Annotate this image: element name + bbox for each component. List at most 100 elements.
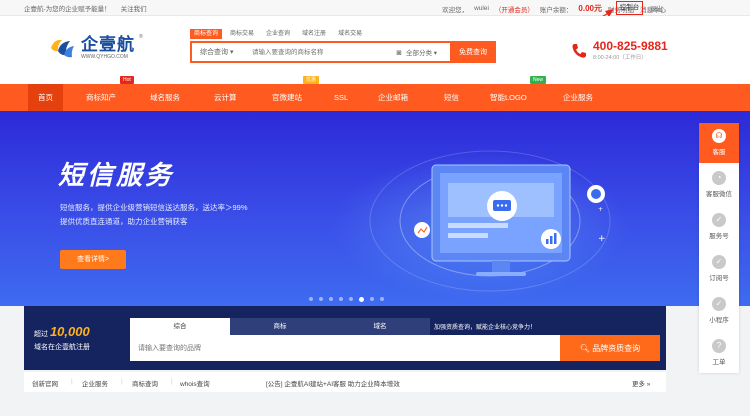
carousel-dot[interactable] xyxy=(349,297,353,301)
float-label: 客服微信 xyxy=(706,191,732,198)
quick-links: 创新官网 | 企业服务 | 商标查询 | whois查询 [公告] 企壹航AI建… xyxy=(24,372,666,392)
float-mini-program[interactable]: ✓ 小程序 xyxy=(699,291,739,331)
banner-description-2: 提供优质直连通道，助力企业营销获客 xyxy=(60,217,188,226)
float-service-account[interactable]: ✓ 服务号 xyxy=(699,207,739,247)
float-service-wechat[interactable]: ◔ 客服微信 xyxy=(699,165,739,205)
banner-description-1: 短信服务，提供企业级营销短信送达服务，送达率＞99% xyxy=(60,203,248,212)
search-input[interactable] xyxy=(248,43,392,61)
logo-registered-mark: ® xyxy=(139,34,143,40)
welcome-text: 欢迎您， xyxy=(442,6,469,14)
free-search-button[interactable]: 免费查询 xyxy=(450,41,496,63)
balance-label: 账户余额： xyxy=(539,6,573,14)
float-customer-service[interactable]: ☊ 客服 xyxy=(699,123,739,163)
discount-badge: 优惠 xyxy=(303,76,320,84)
header: 企壹航 WWW.QYHGO.COM ® 商标查询 商标交易 企业查询 域名注册 … xyxy=(0,16,750,84)
carousel-dot[interactable] xyxy=(359,296,364,302)
link-divider: | xyxy=(171,378,173,385)
svg-text:+: + xyxy=(598,206,603,213)
open-vip-link[interactable]: （开通会员） xyxy=(495,4,534,14)
main-nav: 首页 商标知产 Hot 域名服务 云计算 官微建站 优惠 SSL 企业邮箱 短信… xyxy=(0,76,750,111)
search-tab-company-query[interactable]: 企业查询 xyxy=(262,29,294,39)
nav-smart-logo[interactable]: 智能LOGO xyxy=(490,84,527,111)
brand-tab-all[interactable]: 综合 xyxy=(130,318,230,335)
brand-tab-domain[interactable]: 域名 xyxy=(330,318,430,335)
float-label: 服务号 xyxy=(709,233,729,240)
view-details-button[interactable]: 查看详情> xyxy=(60,250,126,269)
link-innovation-site[interactable]: 创新官网 xyxy=(32,378,58,388)
search-tab-trademark-trade[interactable]: 商标交易 xyxy=(226,29,258,39)
hot-badge: Hot xyxy=(120,76,134,84)
top-bar: 企壹航-为您的企业赋予能量！ 关注我们 欢迎您， wulei （开通会员） 账户… xyxy=(0,0,750,16)
promo-prefix: 超过 xyxy=(34,331,48,338)
hotline-hours: 8:00-24:00（工作日） xyxy=(593,55,647,61)
main-search: 商标查询 商标交易 企业查询 域名注册 域名交易 综合查询 ▾ ◙ 全部分类 ▾… xyxy=(190,29,496,65)
float-label: 订阅号 xyxy=(709,275,729,282)
console-link[interactable]: 控制台 xyxy=(616,1,643,15)
logo-text: 企壹航 xyxy=(81,35,135,54)
svg-text:+: + xyxy=(598,234,606,244)
shield-check-icon: ✓ xyxy=(712,213,726,227)
hotline: 400-825-9881 8:00-24:00（工作日） xyxy=(570,40,668,61)
shield-check-icon: ✓ xyxy=(712,297,726,311)
brand-search-input[interactable] xyxy=(130,335,560,361)
link-trademark-query[interactable]: 商标查询 xyxy=(132,378,158,388)
logout-link[interactable]: 退出 xyxy=(650,3,663,13)
headset-icon: ☊ xyxy=(712,129,726,143)
brand-qualification-search-button[interactable]: 🔍︎ 品牌资质查询 xyxy=(560,335,660,361)
carousel-dot[interactable] xyxy=(339,297,343,301)
carousel-dots xyxy=(309,296,384,302)
nav-domain[interactable]: 域名服务 xyxy=(150,84,180,111)
promo-number: 10,000 xyxy=(49,324,90,339)
nav-sms[interactable]: 短信 xyxy=(444,84,459,111)
site-logo[interactable]: 企壹航 WWW.QYHGO.COM ® xyxy=(48,34,143,60)
more-link[interactable]: 更多 » xyxy=(632,378,650,388)
nav-home[interactable]: 首页 xyxy=(28,84,63,111)
brand-search-button-label: 品牌资质查询 xyxy=(592,343,641,353)
question-icon: ? xyxy=(712,339,726,353)
search-tab-trademark-query[interactable]: 商标查询 xyxy=(190,29,223,39)
wechat-icon: ◔ xyxy=(712,171,726,185)
camera-icon[interactable]: ◙ xyxy=(392,48,406,57)
carousel-dot[interactable] xyxy=(309,297,313,301)
search-scope-select[interactable]: 全部分类 ▾ xyxy=(406,47,450,57)
brand-search-panel: 超过 10,000 域名在企壹航注册 综合 商标 域名 加强资质查询，赋能企业核… xyxy=(24,306,666,370)
search-icon: 🔍︎ xyxy=(579,343,593,353)
nav-trademark[interactable]: 商标知产 xyxy=(86,84,116,111)
hero-banner[interactable]: + + 短信服务 短信服务，提供企业级营销短信送达服务，送达率＞99% 提供优质… xyxy=(0,111,750,306)
nav-cloud[interactable]: 云计算 xyxy=(214,84,237,111)
user-name-link[interactable]: wulei xyxy=(474,5,489,12)
brand-search-slogan: 加强资质查询，赋能企业核心竞争力！ xyxy=(434,325,537,331)
search-category-select[interactable]: 综合查询 ▾ xyxy=(192,47,248,57)
carousel-dot[interactable] xyxy=(319,297,323,301)
search-tab-domain-trade[interactable]: 域名交易 xyxy=(334,29,366,39)
carousel-dot[interactable] xyxy=(380,297,384,301)
follow-us-link[interactable]: 关注我们 xyxy=(121,3,147,13)
search-tab-domain-register[interactable]: 域名注册 xyxy=(298,29,330,39)
promo-line-1: 超过 10,000 xyxy=(34,324,90,339)
shield-check-icon: ✓ xyxy=(712,255,726,269)
nav-website-build[interactable]: 官微建站 xyxy=(272,84,302,111)
nav-ssl[interactable]: SSL xyxy=(334,84,348,111)
logo-mark-icon xyxy=(48,37,76,59)
hotline-number: 400-825-9881 xyxy=(593,39,668,53)
banner-title: 短信服务 xyxy=(58,160,175,190)
float-label: 工单 xyxy=(712,359,726,366)
announcement[interactable]: [公告] 企壹航AI建站+AI客服 助力企业降本增效 xyxy=(266,378,400,388)
float-ticket[interactable]: ? 工单 xyxy=(699,333,739,373)
nav-enterprise-service[interactable]: 企业服务 xyxy=(563,84,593,111)
new-badge: New xyxy=(530,76,547,84)
float-label: 小程序 xyxy=(709,317,729,324)
link-whois-query[interactable]: whois查询 xyxy=(180,378,210,388)
phone-icon xyxy=(570,42,588,60)
link-divider: | xyxy=(71,378,73,385)
right-float-bar: ☊ 客服 ◔ 客服微信 ✓ 服务号 ✓ 订阅号 ✓ 小程序 ? 工单 xyxy=(699,123,739,373)
carousel-dot[interactable] xyxy=(329,297,333,301)
carousel-dot[interactable] xyxy=(370,297,374,301)
float-subscription-account[interactable]: ✓ 订阅号 xyxy=(699,249,739,289)
nav-enterprise-mail[interactable]: 企业邮箱 xyxy=(378,84,408,111)
brand-tab-trademark[interactable]: 商标 xyxy=(230,318,330,335)
promo-line-2: 域名在企壹航注册 xyxy=(34,344,90,351)
float-label: 客服 xyxy=(712,149,726,156)
link-enterprise-service[interactable]: 企业服务 xyxy=(82,378,108,388)
logo-domain: WWW.QYHGO.COM xyxy=(81,54,128,60)
